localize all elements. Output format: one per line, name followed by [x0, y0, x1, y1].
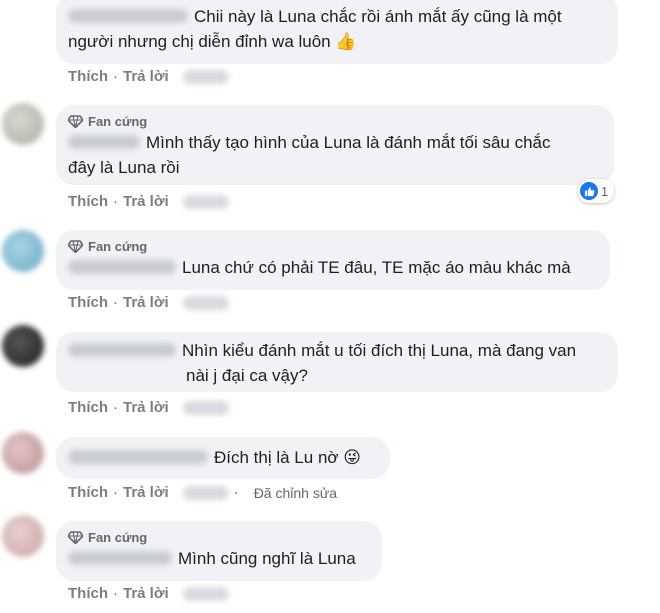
comment-text-line: Luna chứ có phải TE đâu, TE mặc áo màu k… — [68, 255, 598, 280]
separator-dot: · — [113, 585, 118, 602]
timestamp[interactable] — [182, 586, 229, 601]
avatar[interactable] — [2, 103, 44, 145]
comment-actions: Thích · Trả lời — [68, 399, 229, 416]
reaction-count: 1 — [601, 183, 609, 199]
comment-text-line: Nhìn kiểu đánh mắt u tối đích thị Luna, … — [68, 338, 606, 363]
comment-text-line: Chii này là Luna chắc rồi ánh mắt ấy cũn… — [68, 4, 606, 29]
fan-badge: Fan cứng — [68, 112, 602, 130]
comment-text-line: Mình cũng nghĩ là Luna — [68, 546, 370, 571]
timestamp[interactable] — [182, 69, 229, 84]
comment-text-line: Đích thị là Lu nờ 😜 — [68, 445, 378, 470]
reply-link[interactable]: Trả lời — [123, 193, 169, 210]
reply-link[interactable]: Trả lời — [123, 585, 169, 602]
reply-link[interactable]: Trả lời — [123, 484, 169, 501]
reply-link[interactable]: Trả lời — [123, 294, 169, 311]
like-link[interactable]: Thích — [68, 484, 108, 501]
comment-bubble: Đích thị là Lu nờ 😜 — [56, 437, 390, 479]
timestamp[interactable] — [182, 194, 229, 209]
reply-link[interactable]: Trả lời — [123, 399, 169, 416]
like-link[interactable]: Thích — [68, 68, 108, 85]
fan-badge: Fan cứng — [68, 528, 370, 546]
avatar[interactable] — [2, 515, 44, 557]
comment-bubble: Nhìn kiểu đánh mắt u tối đích thị Luna, … — [56, 332, 618, 392]
comment-actions: Thích · Trả lời — [68, 193, 229, 210]
comment-bubble: Fan cứng Luna chứ có phải TE đâu, TE mặc… — [56, 230, 610, 290]
comment-actions: Thích · Trả lời · Đã chỉnh sửa — [68, 484, 337, 501]
timestamp[interactable] — [182, 400, 229, 415]
like-link[interactable]: Thích — [68, 585, 108, 602]
avatar[interactable] — [2, 325, 44, 367]
like-thumb-icon — [580, 182, 598, 200]
reaction-summary[interactable]: 1 — [578, 179, 615, 203]
edited-label: Đã chỉnh sửa — [253, 484, 337, 501]
avatar[interactable] — [2, 432, 44, 474]
comment-text-line: đây là Luna rồi — [68, 158, 180, 177]
badge-label: Fan cứng — [88, 529, 148, 545]
reply-link[interactable]: Trả lời — [123, 68, 169, 85]
comment-text-line: người nhưng chị diễn đỉnh wa luôn 👍 — [68, 32, 357, 51]
like-link[interactable]: Thích — [68, 399, 108, 416]
timestamp[interactable] — [182, 295, 229, 310]
like-link[interactable]: Thích — [68, 294, 108, 311]
like-link[interactable]: Thích — [68, 193, 108, 210]
diamond-icon — [68, 114, 83, 128]
comment-text-line: nài j đại ca vậy? — [186, 366, 308, 385]
comment-bubble: Fan cứng Mình cũng nghĩ là Luna — [56, 521, 382, 581]
comment-actions: Thích · Trả lời — [68, 68, 229, 85]
separator-dot: · — [113, 294, 118, 311]
separator-dot: · — [113, 399, 118, 416]
avatar[interactable] — [2, 230, 44, 272]
separator-dot: · — [113, 68, 118, 85]
comment-actions: Thích · Trả lời — [68, 294, 229, 311]
badge-label: Fan cứng — [88, 113, 148, 129]
separator-dot: · — [233, 484, 239, 501]
separator-dot: · — [113, 484, 118, 501]
diamond-icon — [68, 239, 83, 253]
badge-label: Fan cứng — [88, 238, 148, 254]
comment-text-line: Mình thấy tạo hình của Luna là đánh mắt … — [68, 130, 602, 155]
timestamp[interactable] — [182, 485, 229, 500]
comment-actions: Thích · Trả lời — [68, 585, 229, 602]
comment-bubble: Fan cứng Mình thấy tạo hình của Luna là … — [56, 105, 614, 185]
diamond-icon — [68, 530, 83, 544]
separator-dot: · — [113, 193, 118, 210]
comment-bubble: Chii này là Luna chắc rồi ánh mắt ấy cũn… — [56, 0, 618, 64]
fan-badge: Fan cứng — [68, 237, 598, 255]
